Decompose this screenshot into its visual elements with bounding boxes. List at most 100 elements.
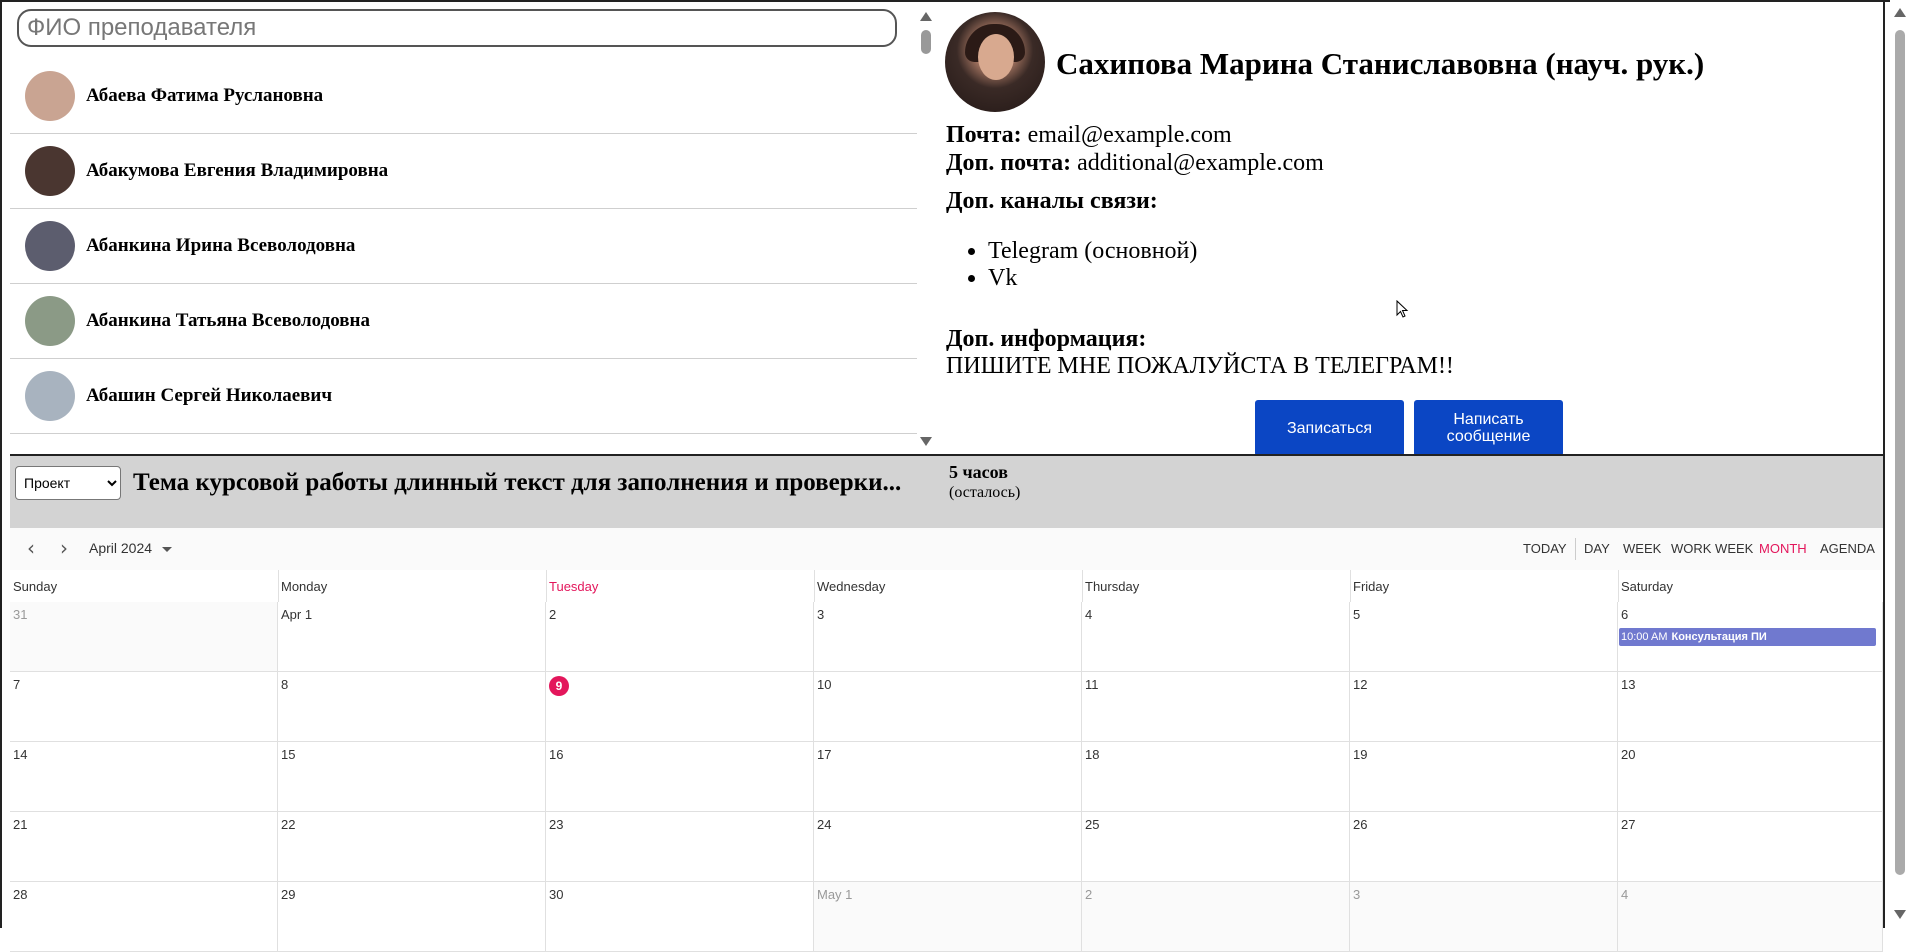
calendar-day-cell[interactable]: 9 xyxy=(546,672,814,742)
calendar-day-cell[interactable]: 15 xyxy=(278,742,546,812)
calendar-day-cell[interactable]: 2 xyxy=(546,602,814,672)
enroll-button[interactable]: Записаться xyxy=(1255,400,1404,454)
date-number: 15 xyxy=(281,747,296,762)
scrollbar-thumb[interactable] xyxy=(921,30,931,54)
calendar-day-cell[interactable]: 19 xyxy=(1350,742,1618,812)
calendar-day-cell[interactable]: 31 xyxy=(10,602,278,672)
avatar xyxy=(25,296,75,346)
date-number: 18 xyxy=(1085,747,1100,762)
teacher-list-item[interactable]: Абакумова Евгения Владимировна xyxy=(10,134,917,209)
date-number: 17 xyxy=(817,747,832,762)
calendar-day-cell[interactable]: 2 xyxy=(1082,882,1350,952)
calendar-day-cell[interactable]: 20 xyxy=(1618,742,1883,812)
calendar-day-cell[interactable]: 8 xyxy=(278,672,546,742)
calendar-day-cell[interactable]: 11 xyxy=(1082,672,1350,742)
calendar-day-cell[interactable]: 30 xyxy=(546,882,814,952)
scroll-down-icon[interactable] xyxy=(920,437,932,446)
calendar-day-cell[interactable]: 26 xyxy=(1350,812,1618,882)
calendar-day-cell[interactable]: 3 xyxy=(1350,882,1618,952)
column-divider xyxy=(546,570,547,602)
date-number: 13 xyxy=(1621,677,1636,692)
month-picker[interactable]: April 2024 xyxy=(89,540,152,556)
date-number: 26 xyxy=(1353,817,1368,832)
extra-email-row: Доп. почта: additional@example.com xyxy=(946,150,1324,177)
column-divider xyxy=(1350,570,1351,602)
date-number: 24 xyxy=(817,817,832,832)
date-number: Apr 1 xyxy=(281,607,313,622)
column-divider xyxy=(814,570,815,602)
calendar-day-cell[interactable]: 5 xyxy=(1350,602,1618,672)
calendar-day-cell[interactable]: 10 xyxy=(814,672,1082,742)
profile-name: Сахипова Марина Станиславовна (науч. рук… xyxy=(1056,46,1705,81)
date-number: 28 xyxy=(13,887,28,902)
teacher-profile: Сахипова Марина Станиславовна (науч. рук… xyxy=(935,2,1883,454)
calendar-day-cell[interactable]: 16 xyxy=(546,742,814,812)
view-work-week-button[interactable]: WORK WEEK xyxy=(1671,541,1753,556)
calendar-day-cell[interactable]: May 1 xyxy=(814,882,1082,952)
today-button[interactable]: TODAY xyxy=(1523,541,1567,556)
calendar-event[interactable]: 10:00 AM Консультация ПИ xyxy=(1619,628,1876,646)
teacher-search-input[interactable] xyxy=(17,9,897,47)
date-number: 23 xyxy=(549,817,564,832)
scroll-up-icon[interactable] xyxy=(1894,8,1906,17)
calendar-day-cell[interactable]: 14 xyxy=(10,742,278,812)
scroll-down-icon[interactable] xyxy=(1894,910,1906,919)
teacher-list-item[interactable]: Абанкина Ирина Всеволодовна xyxy=(10,209,917,284)
avatar xyxy=(25,221,75,271)
teacher-list-item[interactable]: Абашин Сергей Николаевич xyxy=(10,359,917,434)
day-name-header: Saturday xyxy=(1621,579,1674,594)
email-row: Почта: email@example.com xyxy=(946,122,1232,149)
date-number: 30 xyxy=(549,887,564,902)
page-scrollbar[interactable] xyxy=(1890,0,1910,928)
date-number: 19 xyxy=(1353,747,1368,762)
view-week-button[interactable]: WEEK xyxy=(1623,541,1661,556)
view-agenda-button[interactable]: AGENDA xyxy=(1820,541,1875,556)
info-heading: Доп. информация: xyxy=(946,326,1146,353)
email-label: Почта: xyxy=(946,122,1022,148)
project-bar: Проект Тема курсовой работы длинный текс… xyxy=(10,454,1883,528)
scrollbar-thumb[interactable] xyxy=(1895,30,1905,875)
calendar-day-cell[interactable]: 21 xyxy=(10,812,278,882)
toolbar-divider xyxy=(1575,538,1576,560)
calendar-day-cell[interactable]: 22 xyxy=(278,812,546,882)
calendar-day-cell[interactable]: 23 xyxy=(546,812,814,882)
date-number: 11 xyxy=(1085,677,1099,692)
avatar xyxy=(25,371,75,421)
view-month-button[interactable]: MONTH xyxy=(1759,541,1807,556)
column-divider xyxy=(278,570,279,602)
teacher-list-item[interactable]: Абаева Фатима Руслановна xyxy=(10,59,917,134)
calendar-day-cell[interactable]: 6 10:00 AM Консультация ПИ xyxy=(1618,602,1883,672)
date-number: 12 xyxy=(1353,677,1368,692)
send-message-button[interactable]: Написать сообщение xyxy=(1414,400,1563,454)
calendar-day-cell[interactable]: 4 xyxy=(1618,882,1883,952)
calendar-day-cell[interactable]: 12 xyxy=(1350,672,1618,742)
extra-email-label: Доп. почта: xyxy=(946,150,1072,176)
scroll-up-icon[interactable] xyxy=(920,12,932,21)
date-number: 25 xyxy=(1085,817,1100,832)
project-type-select[interactable]: Проект xyxy=(15,466,121,500)
calendar-day-cell[interactable]: 25 xyxy=(1082,812,1350,882)
calendar-day-cell[interactable]: 7 xyxy=(10,672,278,742)
teacher-list-scrollbar[interactable] xyxy=(917,2,935,454)
view-day-button[interactable]: DAY xyxy=(1584,541,1610,556)
calendar-day-cell[interactable]: 4 xyxy=(1082,602,1350,672)
date-number: 4 xyxy=(1621,887,1629,902)
window-border-right xyxy=(1883,0,1885,928)
chevron-left-icon[interactable]: ‹ xyxy=(21,538,41,558)
calendar-day-cell[interactable]: 28 xyxy=(10,882,278,952)
caret-down-icon[interactable] xyxy=(162,547,172,552)
calendar-day-cell[interactable]: 27 xyxy=(1618,812,1883,882)
event-title: Консультация ПИ xyxy=(1671,631,1767,643)
calendar-day-cell[interactable]: 24 xyxy=(814,812,1082,882)
window-border-left xyxy=(0,0,2,928)
teacher-name: Абаева Фатима Руслановна xyxy=(86,85,324,106)
calendar-day-cell[interactable]: 18 xyxy=(1082,742,1350,812)
chevron-right-icon[interactable]: › xyxy=(54,538,74,558)
teacher-list-item[interactable]: Абанкина Татьяна Всеволодовна xyxy=(10,284,917,359)
date-number: 21 xyxy=(13,817,28,832)
calendar-day-cell[interactable]: 17 xyxy=(814,742,1082,812)
calendar-day-cell[interactable]: 3 xyxy=(814,602,1082,672)
calendar-day-cell[interactable]: 29 xyxy=(278,882,546,952)
calendar-day-cell[interactable]: Apr 1 xyxy=(278,602,546,672)
calendar-day-cell[interactable]: 13 xyxy=(1618,672,1883,742)
